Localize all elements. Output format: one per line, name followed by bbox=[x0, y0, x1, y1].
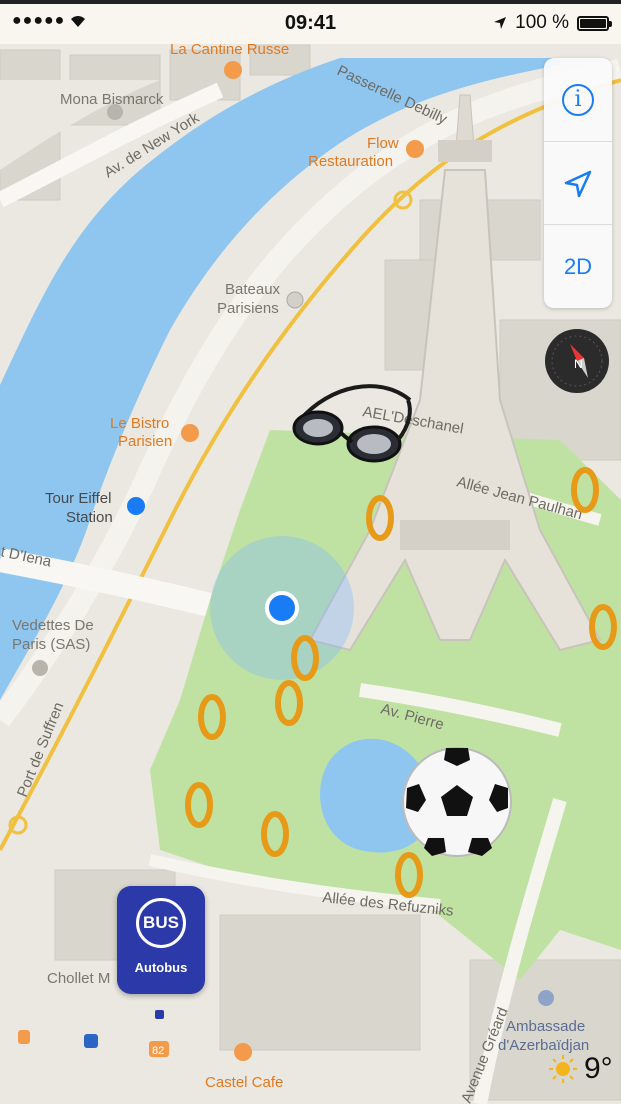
map-mode-button[interactable]: 2D bbox=[544, 224, 612, 308]
user-location-icon[interactable] bbox=[265, 591, 299, 625]
label-castel-cafe: Castel Cafe bbox=[205, 1074, 283, 1091]
label-ambassade-1: Ambassade bbox=[506, 1018, 585, 1035]
label-flow-2: Restauration bbox=[308, 153, 393, 170]
svg-text:N: N bbox=[574, 357, 583, 371]
bus-stop-pin[interactable]: BUS Autobus bbox=[117, 886, 205, 994]
label-bistro-2: Parisien bbox=[118, 433, 172, 450]
label-chollet: Chollet M bbox=[47, 970, 110, 987]
label-tour-eiffel-1: Tour Eiffel bbox=[45, 490, 111, 507]
bus-pin-label: Autobus bbox=[134, 960, 188, 975]
label-vedettes-2: Paris (SAS) bbox=[12, 636, 90, 653]
map-controls: i 2D bbox=[544, 58, 612, 308]
info-icon: i bbox=[562, 83, 594, 116]
label-bistro-1: Le Bistro bbox=[110, 415, 169, 432]
label-bateaux-1: Bateaux bbox=[225, 281, 281, 298]
map-canvas[interactable]: La Cantine Russe Mona Bismarck Av. de Ne… bbox=[0, 0, 621, 1104]
locate-button[interactable] bbox=[544, 141, 612, 225]
location-arrow-icon bbox=[564, 170, 592, 197]
label-vedettes-1: Vedettes De bbox=[12, 617, 94, 634]
map-mode-label: 2D bbox=[563, 253, 593, 279]
info-button[interactable]: i bbox=[544, 58, 612, 141]
weather-widget: 9° bbox=[548, 1052, 613, 1086]
label-bateaux-2: Parisiens bbox=[217, 300, 279, 317]
compass-icon[interactable]: N bbox=[544, 328, 610, 394]
location-services-icon bbox=[494, 17, 507, 29]
label-tour-eiffel-2: Station bbox=[66, 509, 113, 526]
label-flow-1: Flow bbox=[367, 135, 399, 152]
label-mona-bismarck: Mona Bismarck bbox=[60, 91, 164, 108]
battery-icon bbox=[577, 15, 612, 31]
status-bar: ●●●●● 09:41 100 % bbox=[0, 0, 621, 44]
bus-pin-anchor bbox=[155, 1010, 164, 1019]
temperature: 9° bbox=[584, 1052, 613, 1085]
status-right: 100 % bbox=[493, 12, 612, 34]
soccer-ball-icon[interactable] bbox=[402, 747, 512, 857]
bus-icon: BUS bbox=[136, 898, 186, 948]
sun-icon bbox=[549, 1055, 577, 1083]
battery-percent: 100 % bbox=[515, 12, 569, 33]
label-bus-stop-82: 82 bbox=[152, 1045, 164, 1057]
